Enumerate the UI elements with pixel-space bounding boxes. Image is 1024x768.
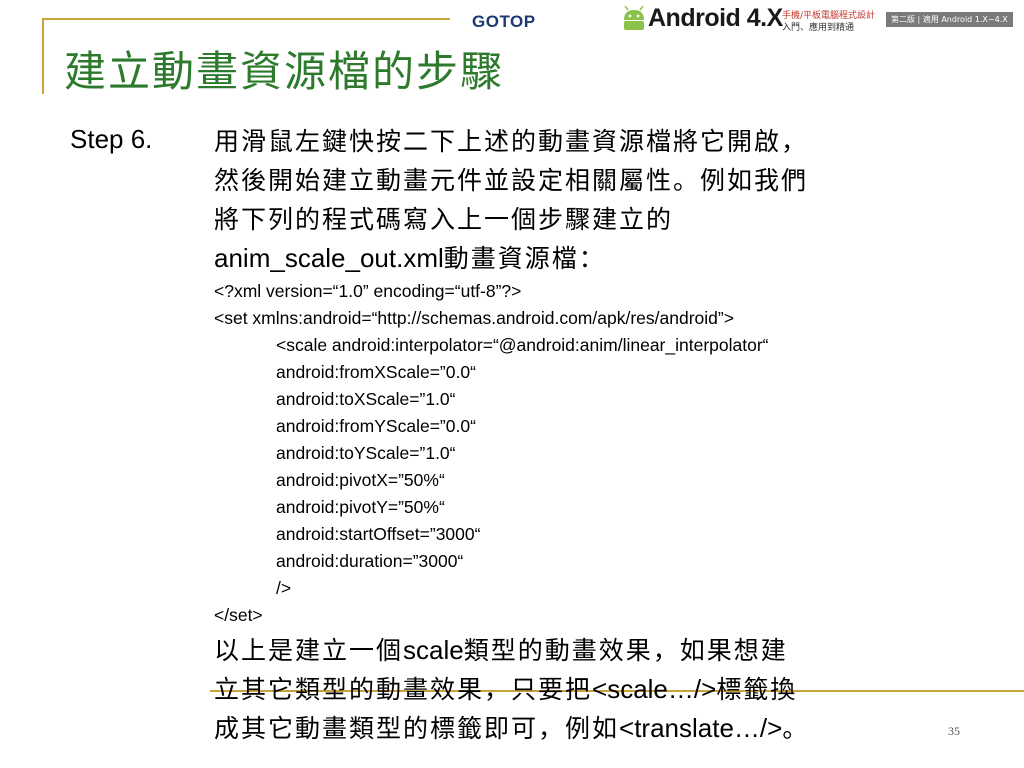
intro-line: 然後開始建立動畫元件並設定相關屬性。例如我們 — [214, 166, 809, 195]
code-line: </set> — [214, 605, 263, 625]
code-line: /> — [276, 578, 292, 598]
top-border-line — [42, 18, 450, 20]
code-line: android:toYScale=”1.0“ — [276, 443, 456, 463]
outro-code: <scale…/> — [592, 674, 717, 704]
page-number: 35 — [948, 724, 960, 738]
book-header: GOTOP Android 4.X 手機/平板電腦程式設計 入門、應用到精通 第… — [452, 0, 1024, 36]
page-title: 建立動畫資源檔的步驟 — [64, 47, 505, 96]
outro-line: 立其它類型的動畫效果，只要把<scale…/>標籤換 — [214, 670, 974, 709]
book-title: Android 4.X — [648, 4, 783, 32]
code-line: <?xml version=“1.0” encoding=“utf-8”?> — [214, 281, 522, 301]
outro-line: 成其它動畫類型的標籤即可，例如<translate…/>。 — [214, 709, 974, 748]
code-line: android:fromYScale=”0.0“ — [276, 416, 476, 436]
left-border-line — [42, 18, 44, 94]
code-block: <?xml version=“1.0” encoding=“utf-8”?> <… — [214, 278, 974, 629]
edition-badge: 第二版 | 適用 Android 1.X~4.X — [886, 12, 1013, 27]
outro-text: 立其它類型的動畫效果，只要把 — [214, 675, 593, 704]
intro-filename: anim_scale_out.xml — [214, 243, 444, 273]
outro-line: 以上是建立一個scale類型的動畫效果，如果想建 — [214, 631, 974, 670]
intro-line: 將下列的程式碼寫入上一個步驟建立的 — [214, 205, 674, 234]
outro-text: 以上是建立一個 — [214, 636, 404, 665]
intro-paragraph: 用滑鼠左鍵快按二下上述的動畫資源檔將它開啟， 然後開始建立動畫元件並設定相關屬性… — [214, 122, 974, 278]
intro-line: anim_scale_out.xml動畫資源檔： — [214, 239, 974, 278]
code-line: android:toXScale=”1.0“ — [276, 389, 456, 409]
outro-text: 。 — [782, 714, 810, 743]
outro-text: 成其它動畫類型的標籤即可，例如 — [214, 714, 620, 743]
slide-content: 用滑鼠左鍵快按二下上述的動畫資源檔將它開啟， 然後開始建立動畫元件並設定相關屬性… — [214, 122, 974, 748]
android-robot-icon — [624, 6, 644, 30]
outro-paragraph: 以上是建立一個scale類型的動畫效果，如果想建 立其它類型的動畫效果，只要把<… — [214, 631, 974, 748]
publisher-logo: GOTOP — [472, 12, 536, 31]
code-line: android:pivotY=”50%“ — [276, 497, 445, 517]
code-line: android:pivotX=”50%“ — [276, 470, 445, 490]
code-line: android:fromXScale=”0.0“ — [276, 362, 476, 382]
outro-text: 標籤換 — [716, 675, 798, 704]
intro-suffix: 動畫資源檔： — [443, 244, 606, 273]
intro-line: 用滑鼠左鍵快按二下上述的動畫資源檔將它開啟， — [214, 127, 809, 156]
outro-code: <translate…/> — [619, 713, 783, 743]
step-label: Step 6. — [70, 124, 153, 154]
book-subtitle-2: 入門、應用到精通 — [782, 23, 855, 33]
code-line: android:startOffset=”3000“ — [276, 524, 481, 544]
outro-text: 類型的動畫效果，如果想建 — [463, 636, 788, 665]
code-line: android:duration=”3000“ — [276, 551, 464, 571]
code-line: <set xmlns:android=“http://schemas.andro… — [214, 308, 734, 328]
code-line: <scale android:interpolator=“@android:an… — [276, 335, 769, 355]
outro-code: scale — [403, 635, 464, 665]
